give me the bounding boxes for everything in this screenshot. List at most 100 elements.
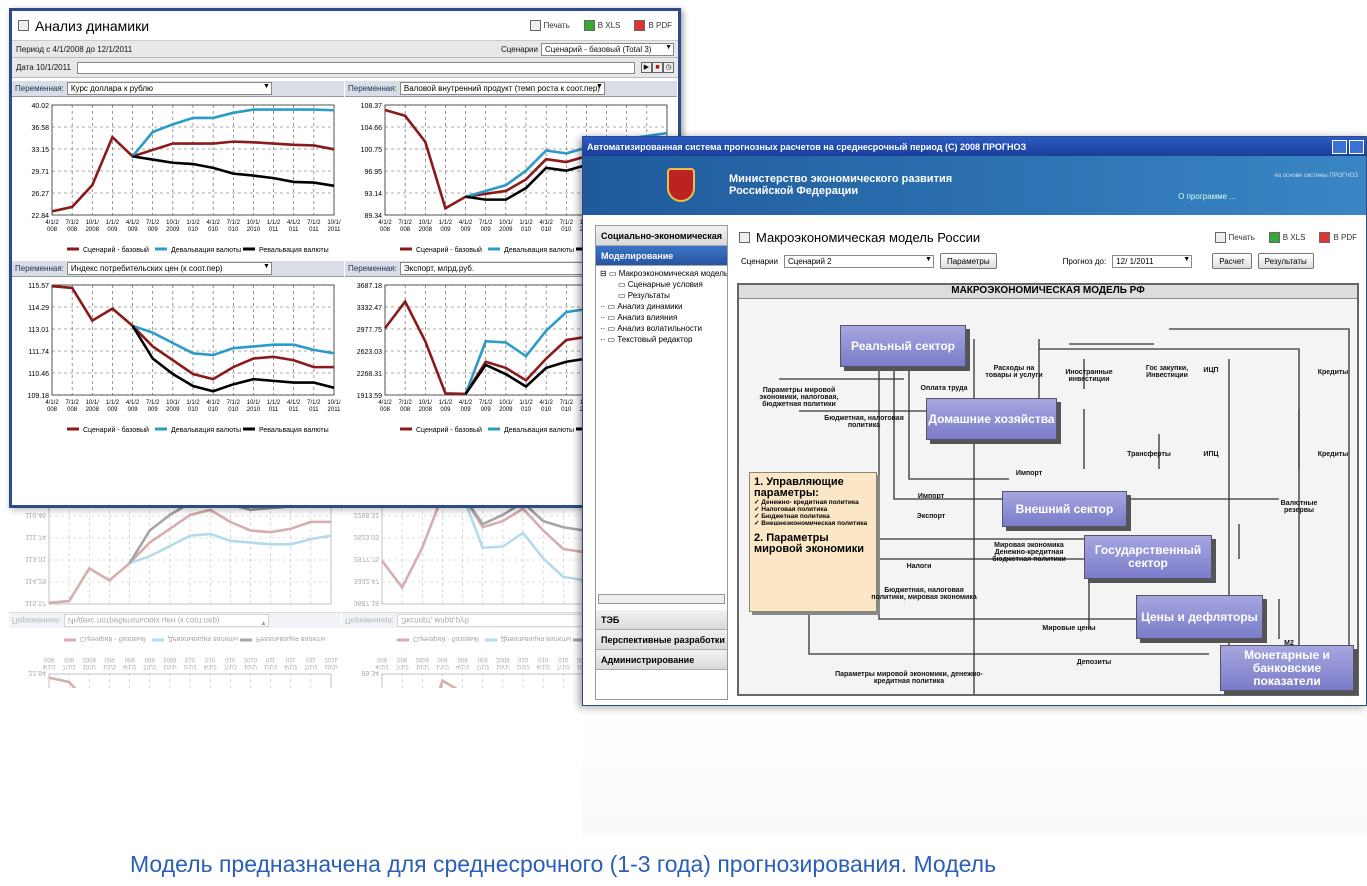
box-households[interactable]: Домашние хозяйства [926,398,1057,440]
x-tick-label: 4/1/2 [456,663,470,669]
y-tick-label: 22.84 [28,669,46,676]
tree-item[interactable]: ·· ▭ Анализ влияния [600,312,727,323]
stop-icon[interactable]: ■ [652,62,663,73]
y-tick-label: 114.29 [25,577,46,584]
x-tick-label: 7/1/2 [146,400,160,406]
date-slider[interactable] [76,61,635,74]
y-tick-label: 109.18 [28,393,50,400]
tree-item[interactable]: ▭ Сценарные условия [600,279,727,290]
play-icon[interactable]: ▶ [641,62,652,73]
sidebar-item-teb[interactable]: ТЭБ [596,610,727,630]
x-tick-label: 1/1/2 [267,400,281,406]
x-tick-label: 4/1/2 [375,663,389,669]
variable-select[interactable]: Валовой внутренний продукт (темп роста к… [399,82,605,95]
model-diagram: МАКРОЭКОНОМИЧЕСКАЯ МОДЕЛЬ РФ Реальный се… [737,283,1359,696]
line-chart: 3687.183332.472977.752623.032268.311913.… [354,508,609,606]
tree-item[interactable]: ·· ▭ Текстовый редактор [600,334,727,345]
calc-button[interactable]: Расчет [1212,253,1252,269]
slide-caption: Модель предназначена для среднесрочного … [130,851,997,877]
x-tick-label: 10/1/ [419,400,433,406]
variable-label: Переменная: [348,264,397,273]
x-tick-label: 1/1/2 [519,220,533,226]
x-tick-label: 10/1/ [419,220,433,226]
box-external-sector[interactable]: Внешний сектор [1002,491,1127,527]
tree-item[interactable]: ▭ Результаты [600,290,727,301]
variable-select[interactable]: Индекс потребительских цен (к соот.пер) [66,262,272,275]
sidebar-item-admin[interactable]: Администрирование [596,650,727,670]
variable-select[interactable]: Индекс потребительских цен (к соот.пер) [63,614,269,627]
variable-select[interactable]: Экспорт, млрд.руб. [396,614,602,627]
y-tick-label: 3687.18 [354,599,379,606]
ctrl-title-2: 2. Параметры мировой экономики [754,532,865,555]
x-tick-label: 009 [107,227,118,233]
pdf-icon [634,20,646,31]
box-prices[interactable]: Цены и дефляторы [1136,595,1263,639]
legend-label: Ревальвация валюты [259,247,329,254]
box-monetary[interactable]: Монетарные и банковские показатели [1220,645,1354,691]
box-real-sector[interactable]: Реальный сектор [840,325,966,367]
print-button[interactable]: Печать [529,20,570,31]
y-tick-label: 113.01 [25,555,46,562]
x-tick-label: 7/1/2 [304,663,318,669]
scenario-select[interactable]: Сценарий - базовый (Total 3) [541,42,674,56]
diagram-title: МАКРОЭКОНОМИЧЕСКАЯ МОДЕЛЬ РФ [739,285,1357,299]
x-tick-label: 009 [125,656,136,662]
legend-label: Сценарий - базовый [416,246,482,254]
sidebar-scrollbar[interactable] [598,594,725,604]
forecast-date-select[interactable]: 12/ 1/2011 [1112,254,1193,268]
tree-item[interactable]: ·· ▭ Анализ волатильности [600,323,727,334]
label: Кредиты [1317,451,1349,458]
ministry-title: Министерство экономического развития Рос… [729,173,953,197]
window-reflection-2 [582,706,1367,836]
y-tick-label: 33.15 [31,147,49,154]
label: Параметры мировой экономики, налоговая, … [759,387,839,408]
system-note: на основе системы ПРОГНОЗ [1274,173,1358,179]
pdf-button[interactable]: В PDF [634,20,672,31]
print-button-2[interactable]: Печать [1214,231,1255,243]
y-tick-label: 110.46 [28,371,49,378]
y-tick-label: 96.95 [364,169,382,176]
sidebar-item-perspective[interactable]: Перспективные разработки [596,630,727,650]
x-tick-label: 2009 [496,656,510,662]
x-tick-label: 2009 [499,227,513,233]
x-tick-label: 008 [380,407,391,413]
x-tick-label: 009 [128,407,139,413]
x-tick-label: 008 [397,656,408,662]
pdf-icon [1319,231,1331,243]
y-tick-label: 3332.47 [357,305,382,312]
window-title: Анализ динамики [35,17,150,34]
legend-label: Сценарий - базовый [416,426,482,434]
legend-label: Девальвация валюты [168,635,238,642]
timer-icon[interactable]: ◷ [663,62,674,73]
tree-item[interactable]: ⊟ ▭ Макроэкономическая модель [600,268,727,279]
sidebar-item-socio-economic[interactable]: Социально-экономическая [596,226,727,246]
params-button[interactable]: Параметры [939,253,997,269]
date-row: Дата 10/1/2011 ▶ ■ ◷ [12,58,678,78]
macro-model-window: Автоматизированная система прогнозных ра… [582,136,1367,706]
x-tick-label: 4/1/2 [539,220,553,226]
x-tick-label: 011 [266,656,276,662]
scenario-select-2[interactable]: Сценарий 2 [783,254,934,268]
x-tick-label: 4/1/2 [123,663,137,669]
x-tick-label: 4/1/2 [126,220,140,226]
line-chart: 108.37104.66100.7596.9593.1489.344/1/200… [361,635,609,688]
plot-frame [381,673,609,688]
variable-select[interactable]: Экспорт, млрд.руб. [399,262,605,275]
tree-item[interactable]: ·· ▭ Анализ динамики [600,301,727,312]
x-tick-label: 7/1/2 [307,400,321,406]
maximize-button[interactable] [1349,139,1364,154]
xls-button[interactable]: В XLS [583,20,620,31]
x-tick-label: 10/1/ [327,220,341,226]
ctrl-item: ✓ Налоговая политика [754,506,828,513]
y-tick-label: 115.57 [28,283,49,290]
pdf-button-2[interactable]: В PDF [1319,231,1357,243]
x-tick-label: 1/1/2 [106,220,120,226]
box-government-sector[interactable]: Государственный сектор [1084,535,1212,579]
xls-button-2[interactable]: В XLS [1268,231,1305,243]
variable-select[interactable]: Курс доллара к рублю [66,82,272,95]
minimize-button[interactable] [1332,139,1347,154]
x-tick-label: 10/1/ [166,400,180,406]
sidebar-item-modeling[interactable]: Моделирование [596,246,727,266]
results-button[interactable]: Результаты [1257,253,1314,269]
about-link[interactable]: О программе ... [1178,192,1236,201]
